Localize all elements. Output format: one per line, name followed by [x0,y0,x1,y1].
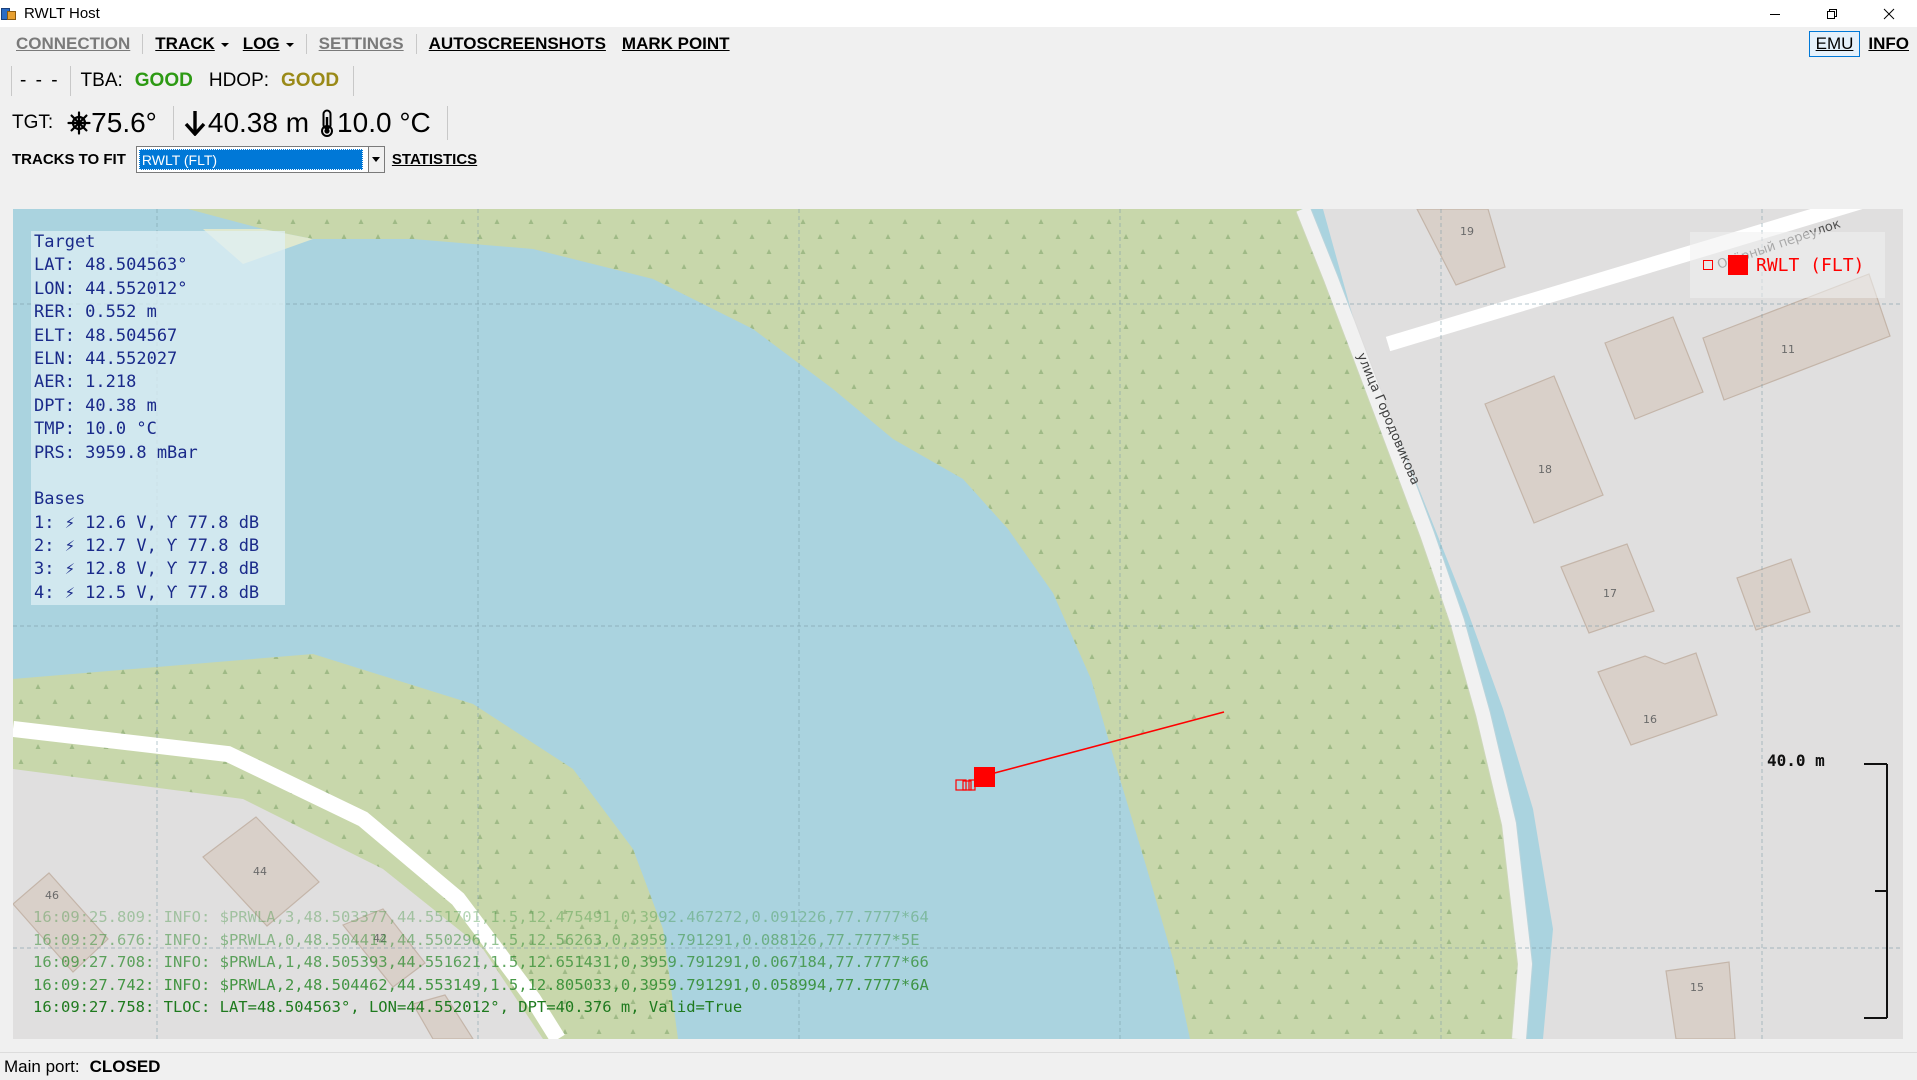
dropdown-arrow-button[interactable] [367,146,384,172]
info-line: LON: 44.552012° [34,278,188,299]
depth-readout: 40.38 m [184,107,309,139]
tba-label: TBA: [80,70,123,91]
tba-value: GOOD [134,70,193,91]
log-overlay: 16:09:25.809: INFO: $PRWLA,3,48.503377,4… [33,906,1333,1019]
emu-button[interactable]: EMU [1808,31,1861,57]
info-line: RER: 0.552 m [34,302,157,323]
building-number: 46 [45,889,59,902]
info-line: ELN: 44.552027 [34,348,178,369]
hdop-value: GOOD [281,70,340,91]
menu-track-label: TRACK [155,34,215,53]
info-line: 4: ⚡ 12.5 V, Ƴ 77.8 dB [34,582,260,603]
tracks-select-value: RWLT (FLT) [138,148,363,170]
chevron-down-icon [285,43,294,47]
minimize-icon [1769,13,1780,15]
chevron-down-icon [220,43,229,47]
scale-label: 40.0 m [1767,751,1825,770]
heading-readout: 75.6° [67,107,157,139]
app-icon [1,6,17,22]
restore-icon [1826,8,1837,19]
arrow-down-icon [184,111,206,136]
building-number: 44 [253,865,267,878]
log-line: 16:09:25.809: INFO: $PRWLA,3,48.503377,4… [33,908,929,926]
row-separator [11,66,12,96]
menu-connection[interactable]: CONNECTION [16,34,130,54]
row-separator [172,106,174,140]
info-line: PRS: 3959.8 mBar [34,442,198,463]
menu-mark-point[interactable]: MARK POINT [622,34,730,54]
row-separator [353,66,355,96]
menu-settings[interactable]: SETTINGS [319,34,404,54]
menu-right-group: EMU INFO [1808,29,1909,59]
info-line: Target [34,232,96,252]
temperature-value: 10.0 °C [337,107,431,138]
target-marker [974,767,995,787]
menu-track[interactable]: TRACK [155,34,229,54]
menu-separator [305,34,307,54]
legend-label: RWLT (FLT) [1756,254,1865,276]
main-port-label: Main port: [4,1056,80,1076]
building-number: 16 [1643,713,1657,726]
log-line: 16:09:27.676: INFO: $PRWLA,0,48.504414,4… [33,930,920,949]
info-line: 3: ⚡ 12.8 V, Ƴ 77.8 dB [34,559,260,580]
menu-autoscreenshots[interactable]: AUTOSCREENSHOTS [429,34,606,54]
app-window: RWLT Host CONNECTION TRACK LOG SETTINGS … [0,0,1917,1080]
helm-icon [67,111,91,135]
chevron-down-icon [372,156,381,162]
building-number: 18 [1538,463,1552,476]
tracks-select[interactable]: RWLT (FLT) [135,145,385,173]
statistics-button[interactable]: STATISTICS [392,151,477,168]
building-number: 15 [1690,981,1704,994]
building-number: 11 [1781,343,1795,356]
info-line: LAT: 48.504563° [34,255,188,276]
title-bar: RWLT Host [0,0,1917,27]
thermometer-icon [321,109,334,137]
row-separator [446,106,448,140]
heading-value: 75.6° [91,107,157,138]
target-row: TGT: 75.6° 40.38 m 10.0 °C [0,104,1917,142]
connection-dashes: - - - [20,70,60,91]
info-line: TMP: 10.0 °C [34,419,157,440]
info-line: AER: 1.218 [34,372,137,393]
log-line: 16:09:27.742: INFO: $PRWLA,2,48.504462,4… [33,975,929,994]
target-info-panel: Target LAT: 48.504563° LON: 44.552012° R… [31,231,285,605]
menu-separator [415,34,417,54]
info-button[interactable]: INFO [1868,34,1909,54]
window-controls [1746,0,1917,27]
info-line: Bases [34,489,86,510]
main-port-status: CLOSED [89,1056,161,1076]
row-separator [69,66,71,96]
window-title: RWLT Host [24,5,100,22]
legend-solid-square-icon [1728,255,1748,275]
tgt-label: TGT: [12,112,54,133]
menu-log[interactable]: LOG [243,34,294,54]
map-view[interactable]: 19 11 18 17 16 15 44 46 42 улица Городов… [13,209,1903,1039]
info-line: ELT: 48.504567 [34,325,178,346]
tracks-to-fit-label: TRACKS TO FIT [12,150,126,168]
log-line: 16:09:27.758: TLOC: LAT=48.504563°, LON=… [33,998,743,1016]
hdop-label: HDOP: [208,70,270,91]
info-line [31,465,285,488]
log-line: 16:09:27.708: INFO: $PRWLA,1,48.505393,4… [33,953,929,971]
info-line: 1: ⚡ 12.6 V, Ƴ 77.8 dB [34,512,260,533]
depth-value: 40.38 m [207,107,310,138]
restore-button[interactable] [1803,0,1860,27]
quality-row: - - - TBA: GOOD HDOP: GOOD [0,66,1917,96]
building-number: 19 [1460,225,1474,238]
legend-hollow-square-icon [1703,260,1713,270]
building-number: 17 [1603,587,1617,600]
info-line: 2: ⚡ 12.7 V, Ƴ 77.8 dB [34,536,260,557]
menu-separator [142,34,144,54]
temperature-readout: 10.0 °C [319,107,431,139]
minimize-button[interactable] [1746,0,1803,27]
map-legend[interactable]: RWLT (FLT) [1690,232,1885,298]
tracks-row: TRACKS TO FIT RWLT (FLT) STATISTICS [0,145,1917,173]
info-line: DPT: 40.38 m [34,395,157,416]
close-icon [1883,8,1894,19]
close-button[interactable] [1860,0,1917,27]
status-bar: Main port: CLOSED [0,1052,1917,1080]
menu-log-label: LOG [242,34,280,53]
menu-bar: CONNECTION TRACK LOG SETTINGS AUTOSCREEN… [0,29,1917,59]
